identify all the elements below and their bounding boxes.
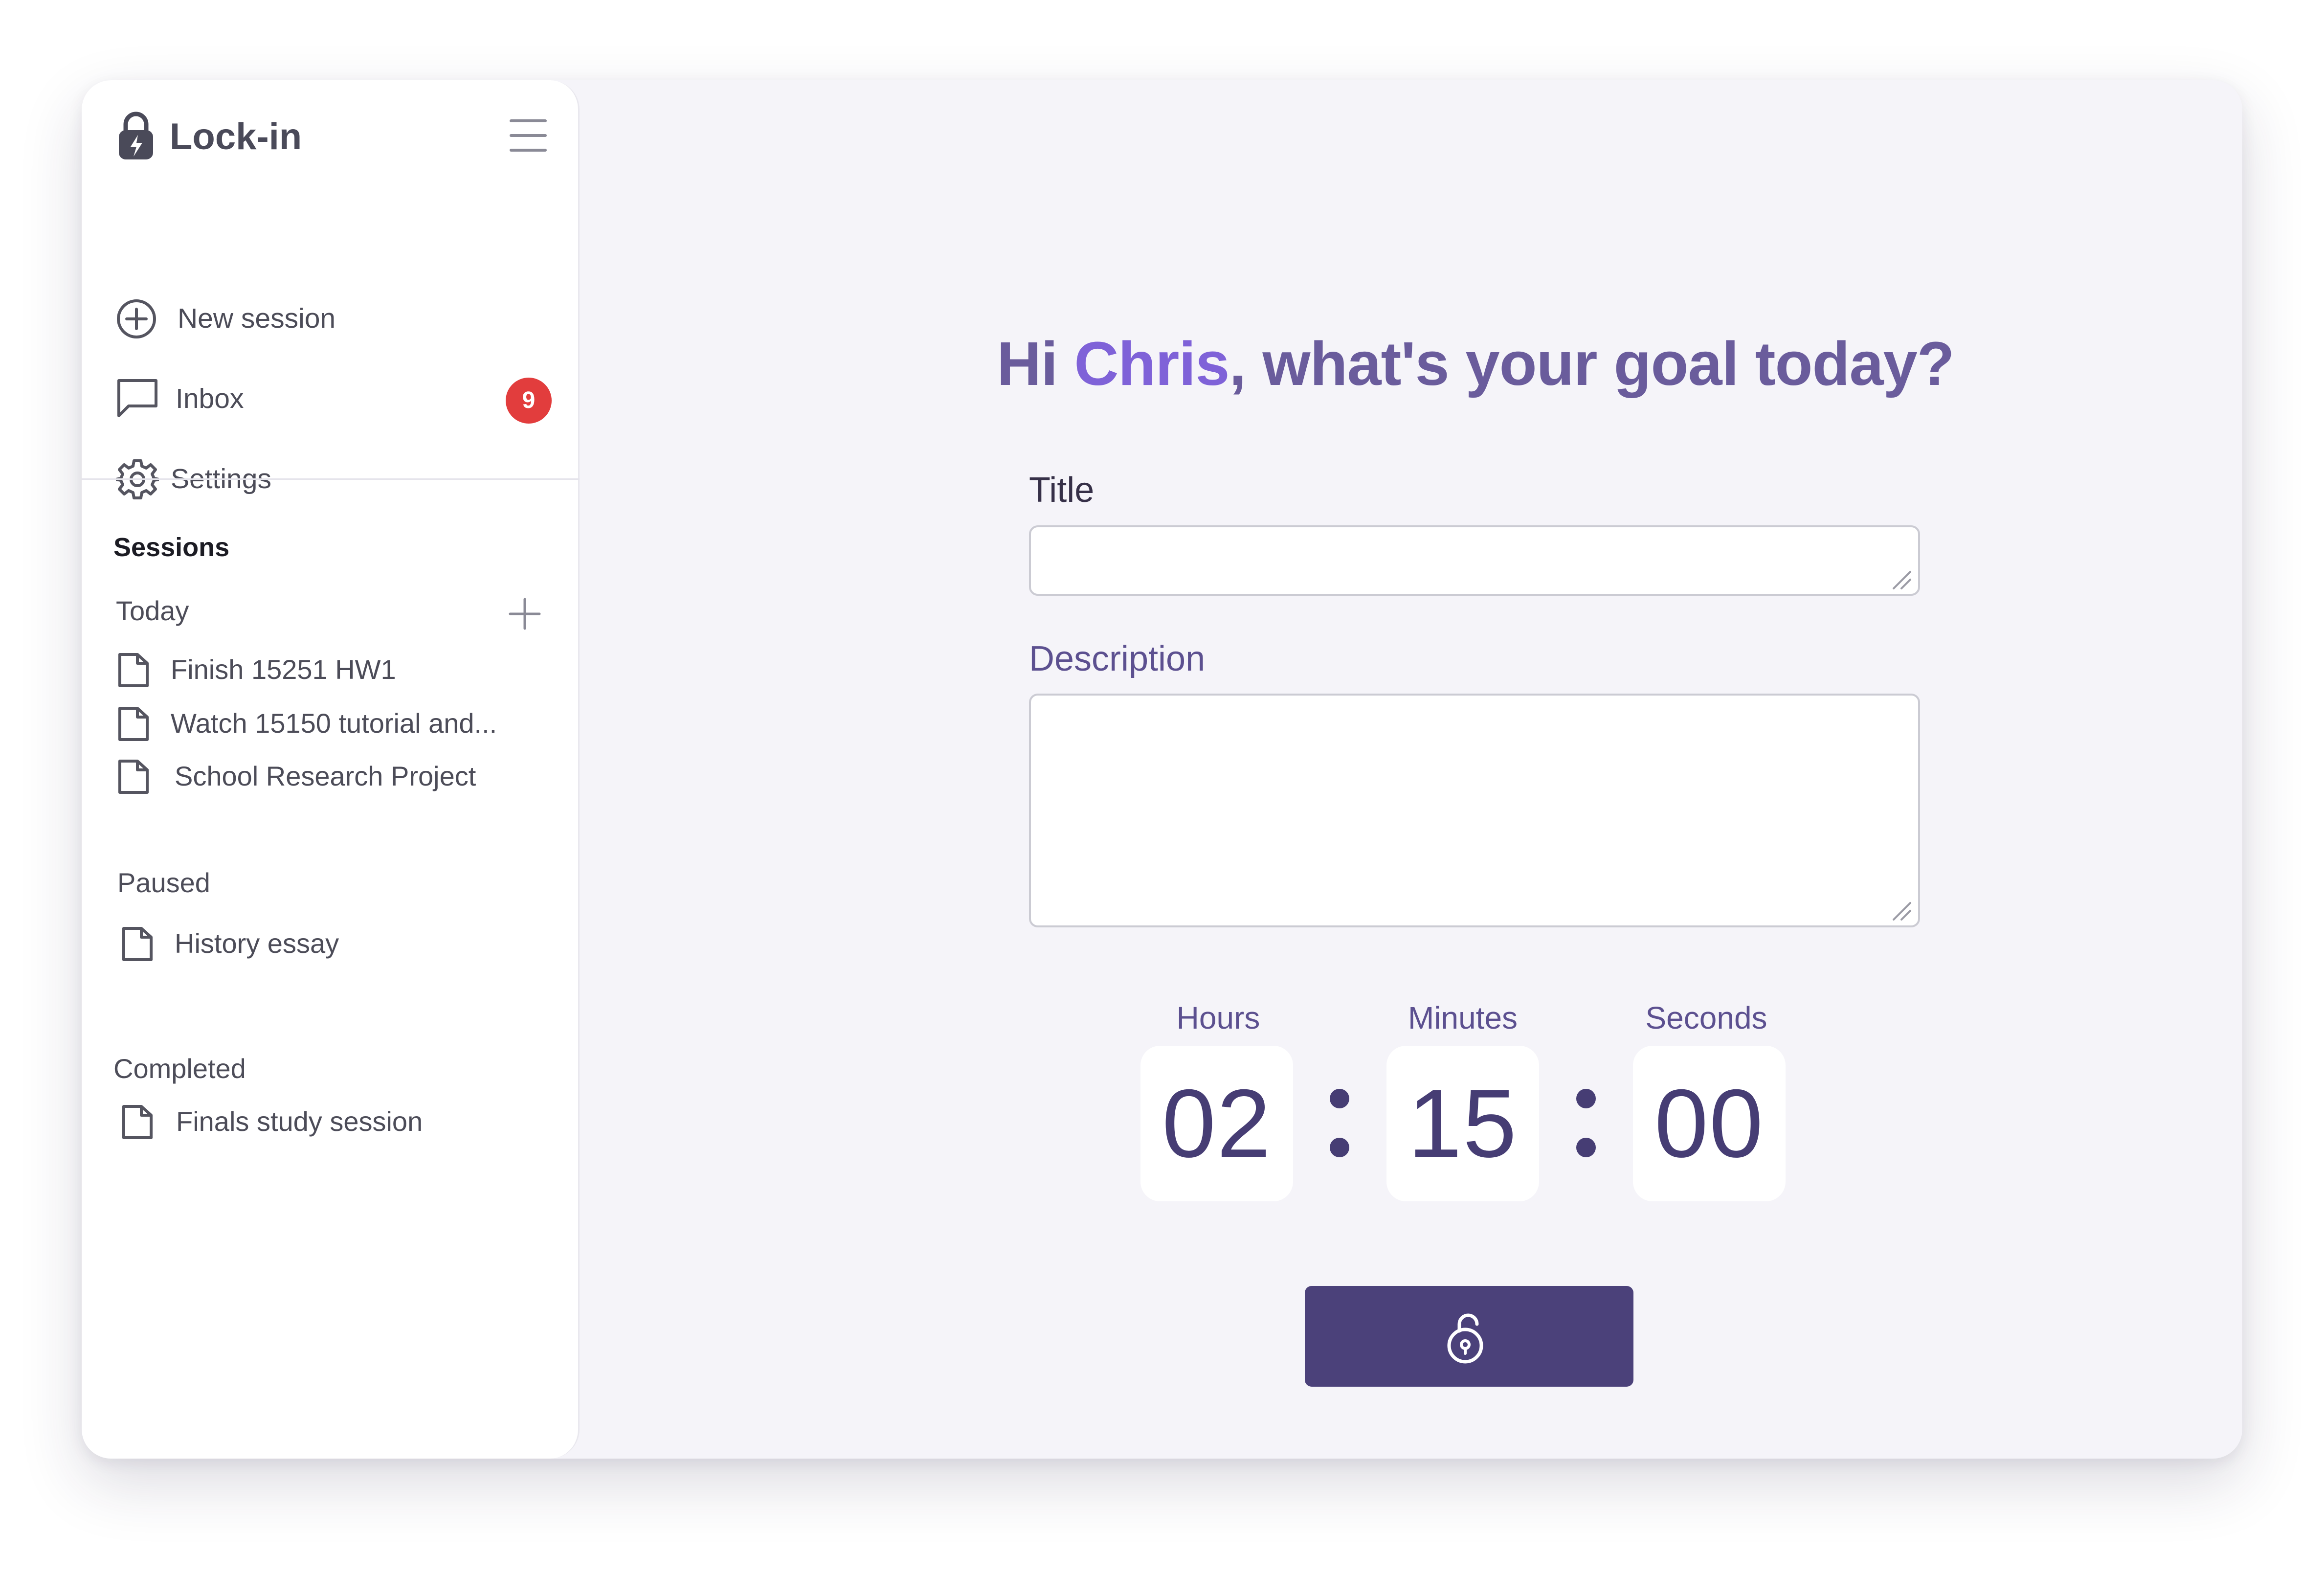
title-field[interactable] [1029, 525, 1920, 596]
sidebar: Lock-in New session Inbox 9 Settings Ses… [82, 80, 580, 1459]
sidebar-divider [82, 478, 580, 480]
hamburger-menu-icon[interactable] [510, 119, 547, 152]
app-window: Lock-in New session Inbox 9 Settings Ses… [82, 80, 2242, 1459]
session-item[interactable]: School Research Project [116, 754, 546, 803]
session-item-label: School Research Project [175, 761, 476, 791]
session-item[interactable]: Finish 15251 HW1 [116, 648, 546, 697]
seconds-label: Seconds [1645, 1000, 1767, 1035]
session-item-label: History essay [175, 928, 339, 959]
inbox-nav-item[interactable]: Inbox 9 [116, 372, 552, 430]
resize-grip-icon[interactable] [1889, 567, 1913, 591]
greeting-suffix: , what's your goal today? [1229, 329, 1954, 398]
timer-colon [1330, 1089, 1349, 1157]
session-item-label: Finals study session [176, 1106, 423, 1137]
resize-grip-icon[interactable] [1889, 898, 1913, 922]
description-field[interactable] [1029, 694, 1920, 927]
session-item-label: Watch 15150 tutorial and... [171, 708, 497, 739]
seconds-input[interactable]: 00 [1633, 1046, 1786, 1201]
plus-circle-icon [117, 299, 156, 338]
plus-icon[interactable] [507, 596, 542, 631]
hours-input[interactable]: 02 [1140, 1046, 1293, 1201]
session-item[interactable]: Watch 15150 tutorial and... [116, 701, 546, 750]
new-session-button[interactable]: New session [116, 292, 551, 350]
chat-bubble-icon [117, 379, 157, 417]
user-name: Chris [1074, 329, 1229, 398]
new-session-label: New session [178, 303, 336, 334]
padlock-bolt-icon [119, 112, 153, 159]
inbox-badge: 9 [506, 378, 552, 424]
group-label-paused: Paused [117, 867, 210, 898]
greeting-heading: Hi Chris, what's your goal today? [913, 325, 2038, 403]
document-icon [118, 707, 149, 741]
description-label: Description [1029, 639, 1206, 678]
minutes-label: Minutes [1408, 1000, 1518, 1035]
session-item-label: Finish 15251 HW1 [171, 654, 396, 685]
document-icon [122, 927, 153, 961]
timer-colon [1576, 1089, 1596, 1157]
inbox-label: Inbox [176, 383, 244, 414]
greeting-prefix: Hi [997, 329, 1074, 398]
minutes-input[interactable]: 15 [1386, 1046, 1539, 1201]
session-item[interactable]: History essay [120, 922, 550, 970]
group-label-today: Today [116, 595, 189, 626]
app-title: Lock-in [170, 116, 302, 158]
lock-in-button[interactable] [1305, 1286, 1633, 1387]
title-label: Title [1029, 471, 1095, 510]
document-icon [122, 1105, 153, 1139]
sessions-heading: Sessions [113, 533, 230, 562]
document-icon [118, 653, 149, 687]
hours-label: Hours [1176, 1000, 1260, 1035]
unlocked-padlock-icon [1447, 1313, 1483, 1364]
document-icon [118, 760, 149, 794]
session-item[interactable]: Finals study session [120, 1100, 550, 1148]
settings-nav-item[interactable]: Settings [116, 452, 551, 511]
group-label-completed: Completed [113, 1053, 246, 1084]
